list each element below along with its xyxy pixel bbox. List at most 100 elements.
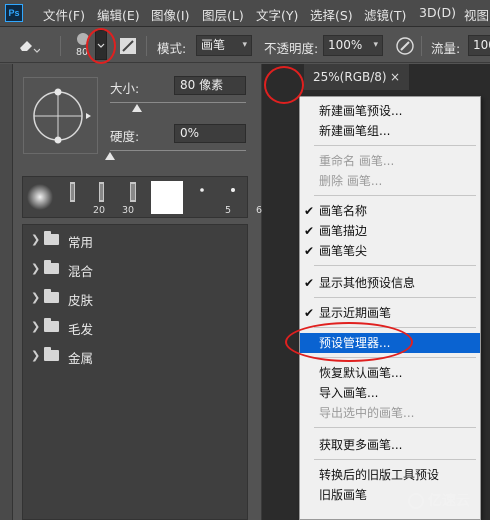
menu-filter[interactable]: 滤镜(T)	[364, 5, 406, 24]
chevron-right-icon[interactable]: ❯	[31, 233, 40, 246]
menu-item-new-brush-group[interactable]: 新建画笔组...	[300, 121, 480, 141]
menu-item-label: 获取更多画笔...	[319, 438, 403, 452]
chevron-right-icon[interactable]: ❯	[31, 291, 40, 304]
separator	[146, 36, 147, 56]
folder-label: 毛发	[68, 322, 94, 337]
size-slider-thumb[interactable]	[132, 104, 143, 112]
chevron-down-icon: ▾	[373, 40, 378, 50]
watermark-logo-icon	[408, 493, 424, 509]
flow-label: 流量:	[431, 41, 461, 56]
folder-row-blend[interactable]: ❯ 混合	[23, 254, 249, 283]
eraser-icon[interactable]	[18, 37, 41, 56]
hardness-slider-track[interactable]	[110, 150, 246, 151]
recent-brush-tile[interactable]: 5	[189, 180, 231, 216]
pressure-opacity-icon[interactable]	[395, 36, 415, 59]
recent-brushes-strip: 20 30 50 5 6	[22, 176, 262, 218]
size-input[interactable]: 80 像素	[174, 76, 246, 95]
folder-icon	[44, 231, 59, 245]
folder-icon	[44, 318, 59, 332]
menu-item-import-brushes[interactable]: 导入画笔...	[300, 383, 480, 403]
mode-select[interactable]: 画笔 ▾	[196, 35, 252, 56]
menu-item-label: 重命名 画笔...	[319, 154, 395, 168]
separator	[421, 36, 422, 56]
separator	[60, 36, 61, 56]
annotation-circle	[264, 66, 304, 104]
recent-brush-tile[interactable]: 50	[120, 180, 165, 216]
menu-item-brush-tip[interactable]: ✔ 画笔笔尖	[300, 241, 480, 261]
menu-item-label: 删除 画笔...	[319, 174, 383, 188]
menu-item-rename-brush: 重命名 画笔...	[300, 151, 480, 171]
menu-item-converted-legacy-presets[interactable]: 转换后的旧版工具预设	[300, 465, 480, 485]
checkmark-icon: ✔	[304, 276, 315, 290]
recent-brush-tile[interactable]	[26, 180, 54, 216]
folder-icon	[44, 347, 59, 361]
watermark-text: 亿速云	[428, 493, 470, 509]
brush-settings-panel-icon[interactable]	[119, 37, 137, 58]
menu-item-brush-name[interactable]: ✔ 画笔名称	[300, 201, 480, 221]
checkmark-icon: ✔	[304, 204, 315, 218]
menu-item-label: 新建画笔组...	[319, 124, 391, 138]
folder-icon	[44, 260, 59, 274]
annotation-circle	[285, 322, 413, 362]
recent-brush-tile[interactable]	[151, 181, 183, 214]
menu-item-label: 恢复默认画笔...	[319, 366, 403, 380]
chevron-right-icon[interactable]: ❯	[31, 262, 40, 275]
menu-item-show-preset-info[interactable]: ✔ 显示其他预设信息	[300, 273, 480, 293]
chevron-right-icon[interactable]: ❯	[31, 349, 40, 362]
menu-separator	[314, 195, 476, 196]
close-icon[interactable]: ×	[390, 64, 400, 90]
menu-bar: Ps 文件(F) 编辑(E) 图像(I) 图层(L) 文字(Y) 选择(S) 滤…	[0, 0, 490, 27]
folder-label: 常用	[68, 235, 94, 250]
hardness-label: 硬度:	[110, 129, 140, 144]
folder-row-hair[interactable]: ❯ 毛发	[23, 312, 249, 341]
menu-layer[interactable]: 图层(L)	[202, 5, 244, 24]
chevron-down-icon: ▾	[242, 40, 247, 50]
menu-separator	[314, 145, 476, 146]
folder-label: 金属	[68, 351, 94, 366]
folder-icon	[44, 289, 59, 303]
hardness-input[interactable]: 0%	[174, 124, 246, 143]
flow-field[interactable]: 100	[468, 35, 490, 56]
menu-item-label: 转换后的旧版工具预设	[319, 468, 440, 482]
flow-value: 100	[473, 38, 490, 52]
menu-type[interactable]: 文字(Y)	[256, 5, 298, 24]
menu-file[interactable]: 文件(F)	[43, 5, 85, 24]
menu-edit[interactable]: 编辑(E)	[97, 5, 140, 24]
folder-row-metal[interactable]: ❯ 金属	[23, 341, 249, 370]
menu-item-label: 新建画笔预设...	[319, 104, 403, 118]
menu-select[interactable]: 选择(S)	[310, 5, 353, 24]
menu-3d[interactable]: 3D(D)	[419, 5, 456, 20]
recent-brush-tile[interactable]: 20	[60, 180, 105, 216]
brush-angle-preview[interactable]	[23, 77, 98, 154]
menu-separator	[314, 427, 476, 428]
chevron-right-icon[interactable]: ❯	[31, 320, 40, 333]
menu-item-label: 画笔名称	[319, 204, 368, 218]
menu-item-brush-stroke[interactable]: ✔ 画笔描边	[300, 221, 480, 241]
checkmark-icon: ✔	[304, 306, 315, 320]
menu-item-show-recent-brushes[interactable]: ✔ 显示近期画笔	[300, 303, 480, 323]
document-tab[interactable]: 25%(RGB/8) ×	[304, 64, 410, 90]
folder-label: 混合	[68, 264, 94, 279]
hardness-slider-thumb[interactable]	[105, 152, 115, 160]
opacity-value: 100%	[328, 38, 363, 52]
menu-separator	[314, 297, 476, 298]
mode-value: 画笔	[201, 38, 226, 52]
recent-brush-tile[interactable]: 6	[220, 180, 262, 216]
brush-angle-dial-icon	[33, 88, 91, 144]
folder-row-skin[interactable]: ❯ 皮肤	[23, 283, 249, 312]
menu-item-new-brush-preset[interactable]: 新建画笔预设...	[300, 101, 480, 121]
menu-item-get-more-brushes[interactable]: 获取更多画笔...	[300, 435, 480, 455]
checkmark-icon: ✔	[304, 224, 315, 238]
menu-view[interactable]: 视图	[464, 5, 489, 24]
menu-image[interactable]: 图像(I)	[151, 5, 189, 24]
recent-brush-tile[interactable]: 30	[89, 180, 134, 216]
mode-label: 模式:	[157, 41, 187, 56]
size-slider-track[interactable]	[110, 102, 246, 103]
menu-separator	[314, 459, 476, 460]
brush-group-list: ❯ 常用 ❯ 混合 ❯ 皮肤 ❯ 毛发 ❯ 金属	[22, 224, 248, 520]
menu-item-label: 画笔描边	[319, 224, 368, 238]
folder-row-common[interactable]: ❯ 常用	[23, 225, 249, 254]
menu-item-reset-brushes[interactable]: 恢复默认画笔...	[300, 363, 480, 383]
menu-item-delete-brush: 删除 画笔...	[300, 171, 480, 191]
opacity-field[interactable]: 100% ▾	[323, 35, 383, 56]
